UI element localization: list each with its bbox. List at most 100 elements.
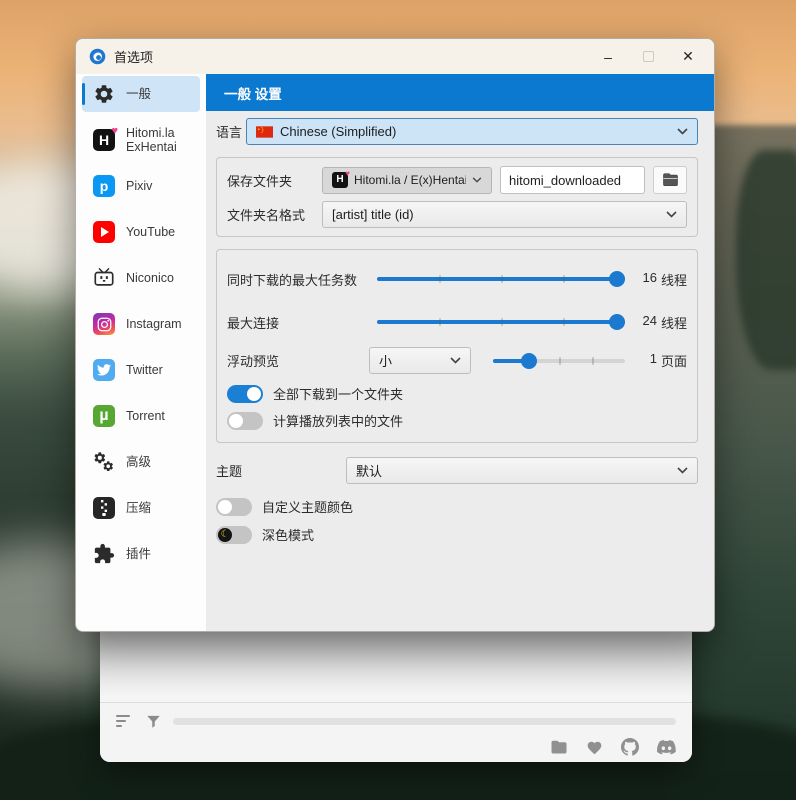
save-path-input[interactable] xyxy=(500,166,645,194)
theme-value: 默认 xyxy=(356,461,671,480)
folder-format-value: [artist] title (id) xyxy=(332,207,660,222)
max-connections-label: 最大连接 xyxy=(227,313,377,332)
maximize-button[interactable] xyxy=(628,44,668,70)
theme-label: 主题 xyxy=(216,461,346,480)
slider-handle[interactable] xyxy=(521,353,537,369)
preview-label: 浮动预览 xyxy=(227,351,369,370)
folder-icon xyxy=(662,173,679,187)
preview-pages-slider[interactable] xyxy=(493,352,625,370)
slider-handle[interactable] xyxy=(609,314,625,330)
settings-panel: 一般 设置 语言 Chinese (Simplified) xyxy=(206,74,714,632)
sidebar-item-general[interactable]: 一般 xyxy=(82,76,200,112)
sidebar-item-instagram[interactable]: Instagram xyxy=(82,301,200,347)
hitomi-icon: H ♥ xyxy=(93,129,115,151)
page-title: 一般 设置 xyxy=(206,74,714,111)
preview-size-value: 小 xyxy=(379,351,444,370)
sidebar-item-hitomi[interactable]: H ♥ Hitomi.la ExHentai xyxy=(82,117,200,163)
puzzle-icon xyxy=(93,543,115,565)
sidebar-item-label: Niconico xyxy=(126,271,174,285)
sidebar-item-label: 插件 xyxy=(126,547,151,561)
niconico-icon xyxy=(93,267,115,289)
single-folder-toggle[interactable] xyxy=(227,385,263,403)
close-button[interactable]: ✕ xyxy=(668,44,708,70)
sidebar-item-label: YouTube xyxy=(126,225,175,239)
heart-accent-icon: ♥ xyxy=(345,169,350,178)
discord-icon[interactable] xyxy=(657,740,676,755)
preview-pages-value: 1 xyxy=(650,351,657,370)
gear-icon xyxy=(93,83,115,105)
folder-format-select[interactable]: [artist] title (id) xyxy=(322,201,687,228)
dark-mode-label: 深色模式 xyxy=(262,525,314,544)
filter-bar[interactable] xyxy=(173,718,676,725)
folder-format-label: 文件夹名格式 xyxy=(227,205,322,224)
chevron-down-icon xyxy=(472,177,482,183)
folder-icon[interactable] xyxy=(550,740,568,755)
gears-icon xyxy=(93,451,115,473)
window-title: 首选项 xyxy=(114,47,588,66)
max-tasks-slider[interactable] xyxy=(377,270,625,288)
torrent-icon: µ xyxy=(93,405,115,427)
sidebar-item-youtube[interactable]: YouTube xyxy=(82,209,200,255)
count-playlist-toggle[interactable] xyxy=(227,412,263,430)
minimize-button[interactable]: – xyxy=(588,44,628,70)
count-playlist-label: 计算播放列表中的文件 xyxy=(273,411,403,430)
sidebar-item-label: 压缩 xyxy=(126,501,151,515)
save-location-group: 保存文件夹 H ♥ Hitomi.la / E(x)Hentai xyxy=(216,157,698,237)
max-tasks-unit: 线程 xyxy=(661,270,687,289)
sidebar-item-label: Twitter xyxy=(126,363,163,377)
sidebar-item-label: Instagram xyxy=(126,317,182,331)
language-select[interactable]: Chinese (Simplified) xyxy=(246,118,698,145)
theme-select[interactable]: 默认 xyxy=(346,457,698,484)
site-value: Hitomi.la / E(x)Hentai xyxy=(354,173,466,187)
sidebar-item-advanced[interactable]: 高级 xyxy=(82,439,200,485)
slider-handle[interactable] xyxy=(609,271,625,287)
max-connections-unit: 线程 xyxy=(661,313,687,332)
sidebar-item-compress[interactable]: 压缩 xyxy=(82,485,200,531)
sidebar-item-label: Hitomi.la ExHentai xyxy=(126,126,194,155)
sidebar-item-label: 高级 xyxy=(126,455,151,469)
app-logo-icon xyxy=(89,48,106,65)
background-cliff-right-detail xyxy=(736,150,796,370)
filter-icon[interactable] xyxy=(146,714,161,729)
preferences-window: 首选项 – ✕ 一般 H ♥ Hitomi.la ExHentai xyxy=(75,38,715,632)
instagram-icon xyxy=(93,313,115,335)
sidebar-item-plugins[interactable]: 插件 xyxy=(82,531,200,577)
moon-icon: ☾ xyxy=(218,528,232,542)
heart-icon[interactable] xyxy=(586,740,603,755)
sidebar-item-niconico[interactable]: Niconico xyxy=(82,255,200,301)
chevron-down-icon xyxy=(666,211,677,218)
custom-theme-color-toggle[interactable] xyxy=(216,498,252,516)
youtube-icon xyxy=(93,221,115,243)
github-icon[interactable] xyxy=(621,738,639,756)
sort-icon[interactable] xyxy=(116,714,134,728)
sidebar-item-pixiv[interactable]: p Pixiv xyxy=(82,163,200,209)
browse-folder-button[interactable] xyxy=(653,166,687,194)
sidebar: 一般 H ♥ Hitomi.la ExHentai p Pixiv YouTub… xyxy=(76,74,206,632)
max-connections-slider[interactable] xyxy=(377,313,625,331)
download-options-group: 同时下载的最大任务数 16 线程 xyxy=(216,249,698,443)
sidebar-item-label: Pixiv xyxy=(126,179,152,193)
max-tasks-label: 同时下载的最大任务数 xyxy=(227,270,377,289)
pixiv-icon: p xyxy=(93,175,115,197)
max-tasks-value: 16 xyxy=(643,270,657,289)
save-folder-label: 保存文件夹 xyxy=(227,171,322,190)
twitter-icon xyxy=(93,359,115,381)
heart-accent-icon: ♥ xyxy=(111,125,118,137)
zip-icon xyxy=(93,497,115,519)
sidebar-item-label: Torrent xyxy=(126,409,165,423)
chevron-down-icon xyxy=(677,467,688,474)
custom-theme-color-label: 自定义主题颜色 xyxy=(262,497,353,516)
background-cliff-left xyxy=(0,300,80,800)
hitomi-icon: H ♥ xyxy=(332,172,348,188)
chevron-down-icon xyxy=(450,357,461,364)
dark-mode-toggle[interactable]: ☾ xyxy=(216,526,252,544)
preview-pages-unit: 页面 xyxy=(661,351,687,370)
main-app-bottom-bar xyxy=(100,702,692,762)
site-select[interactable]: H ♥ Hitomi.la / E(x)Hentai xyxy=(322,167,492,194)
sidebar-item-label: 一般 xyxy=(126,87,151,101)
preview-size-select[interactable]: 小 xyxy=(369,347,471,374)
max-connections-value: 24 xyxy=(643,313,657,332)
language-value: Chinese (Simplified) xyxy=(280,124,671,139)
sidebar-item-twitter[interactable]: Twitter xyxy=(82,347,200,393)
sidebar-item-torrent[interactable]: µ Torrent xyxy=(82,393,200,439)
